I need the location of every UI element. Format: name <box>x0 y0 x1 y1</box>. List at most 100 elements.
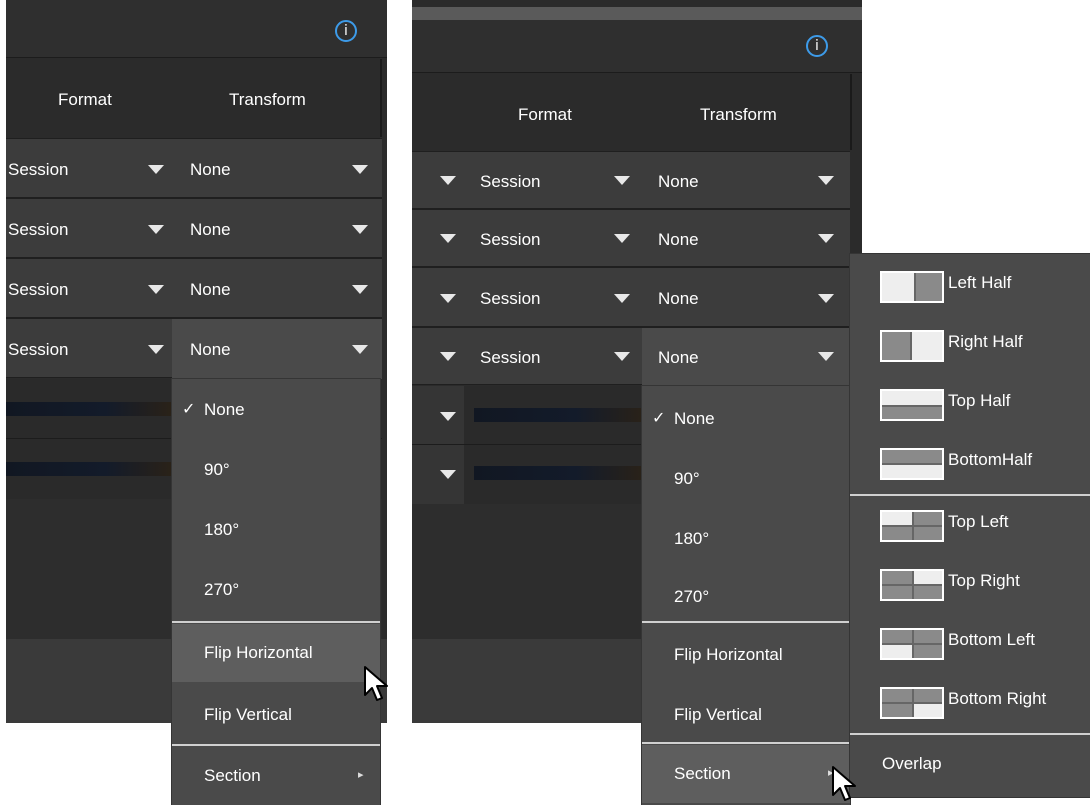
transform-dropdown-open[interactable]: None <box>642 328 850 386</box>
submenu-separator <box>850 733 1090 735</box>
submenu-item-bottom-left[interactable]: Bottom Left <box>850 615 1090 673</box>
format-dropdown-arrow-icon[interactable] <box>614 352 630 361</box>
left-top-bar <box>6 0 387 58</box>
transform-dropdown-arrow-icon[interactable] <box>818 234 834 243</box>
transform-dropdown-arrow-icon[interactable] <box>352 225 368 234</box>
format-dropdown-arrow-icon[interactable] <box>148 285 164 294</box>
format-column-header[interactable]: Format <box>58 90 112 110</box>
table-row: Session None <box>412 327 850 386</box>
transform-dropdown-value[interactable]: None <box>658 172 699 192</box>
section-submenu: Left Half Right Half Top Half BottomHalf… <box>850 254 1090 797</box>
left-half-icon <box>880 271 944 303</box>
menu-item-270[interactable]: 270° <box>172 559 380 619</box>
submenu-arrow-icon: ▸ <box>358 768 364 781</box>
format-dropdown-arrow-icon[interactable] <box>148 225 164 234</box>
row-expand-arrow-icon[interactable] <box>440 234 456 243</box>
bottom-left-icon <box>880 628 944 660</box>
format-dropdown-arrow-icon[interactable] <box>148 165 164 174</box>
transform-dropdown-value[interactable]: None <box>190 160 231 180</box>
submenu-item-overlap[interactable]: Overlap <box>850 736 1090 794</box>
row-expand-arrow-icon[interactable] <box>440 352 456 361</box>
transform-dropdown-arrow-icon[interactable] <box>818 294 834 303</box>
transform-dropdown-arrow-icon[interactable] <box>818 176 834 185</box>
transform-dropdown-arrow-icon[interactable] <box>818 352 834 361</box>
transform-dropdown-value[interactable]: None <box>190 220 231 240</box>
info-icon[interactable]: i <box>335 20 357 42</box>
table-row: Session None <box>6 318 382 379</box>
mouse-cursor-icon <box>364 666 388 701</box>
right-table-header: Format Transform <box>412 74 852 150</box>
row-expand-arrow-icon[interactable] <box>440 470 456 479</box>
transform-dropdown-arrow-icon[interactable] <box>352 165 368 174</box>
format-dropdown-value[interactable]: Session <box>480 348 540 368</box>
menu-separator <box>642 621 850 623</box>
transform-dropdown-arrow-icon[interactable] <box>352 285 368 294</box>
menu-item-none[interactable]: ✓ None <box>642 386 850 446</box>
menu-item-label: None <box>674 409 715 428</box>
menu-separator <box>172 744 380 746</box>
menu-item-180[interactable]: 180° <box>642 506 850 566</box>
row-expand-arrow-icon[interactable] <box>440 294 456 303</box>
table-row: Session None <box>6 138 382 198</box>
row-expand-cell <box>412 386 464 444</box>
right-top-bar <box>412 20 862 73</box>
menu-item-flip-horizontal[interactable]: Flip Horizontal <box>172 624 380 682</box>
menu-item-180[interactable]: 180° <box>172 499 380 559</box>
bottom-right-icon <box>880 687 944 719</box>
info-icon[interactable]: i <box>806 35 828 57</box>
format-dropdown-value[interactable]: Session <box>8 160 68 180</box>
mouse-cursor-icon <box>832 766 856 801</box>
row-expand-arrow-icon[interactable] <box>440 412 456 421</box>
format-dropdown-arrow-icon[interactable] <box>614 234 630 243</box>
top-right-icon <box>880 569 944 601</box>
table-row: Session None <box>412 151 850 209</box>
format-dropdown-value[interactable]: Session <box>480 230 540 250</box>
menu-item-flip-horizontal[interactable]: Flip Horizontal <box>642 624 850 684</box>
format-dropdown-value[interactable]: Session <box>8 220 68 240</box>
transform-dropdown-value[interactable]: None <box>190 340 231 360</box>
submenu-item-bottom-half[interactable]: BottomHalf <box>850 435 1090 493</box>
format-column-header[interactable]: Format <box>518 105 572 125</box>
menu-item-flip-vertical[interactable]: Flip Vertical <box>172 684 380 744</box>
menu-item-none[interactable]: ✓ None <box>172 379 380 439</box>
format-dropdown-value[interactable]: Session <box>480 289 540 309</box>
submenu-item-top-right[interactable]: Top Right <box>850 556 1090 614</box>
menu-item-90[interactable]: 90° <box>172 439 380 499</box>
menu-item-label: 270° <box>674 587 710 606</box>
menu-item-flip-vertical[interactable]: Flip Vertical <box>642 684 850 742</box>
menu-item-label: Flip Horizontal <box>674 645 783 664</box>
format-dropdown-arrow-icon[interactable] <box>614 294 630 303</box>
transform-column-header[interactable]: Transform <box>229 90 306 110</box>
row-expand-arrow-icon[interactable] <box>440 176 456 185</box>
format-dropdown-value[interactable]: Session <box>8 280 68 300</box>
submenu-item-left-half[interactable]: Left Half <box>850 258 1090 316</box>
menu-item-section[interactable]: Section ▸ <box>642 745 850 803</box>
row-expand-cell <box>412 445 464 504</box>
format-dropdown-arrow-icon[interactable] <box>614 176 630 185</box>
table-row: Session None <box>412 209 850 267</box>
menu-item-270[interactable]: 270° <box>642 566 850 620</box>
menu-item-label: Flip Vertical <box>674 705 762 724</box>
transform-dropdown-value[interactable]: None <box>190 280 231 300</box>
submenu-item-right-half[interactable]: Right Half <box>850 317 1090 375</box>
submenu-item-label: Right Half <box>948 332 1023 351</box>
left-table-header: Format Transform <box>6 59 382 137</box>
submenu-item-top-half[interactable]: Top Half <box>850 376 1090 434</box>
menu-item-label: 90° <box>204 460 230 479</box>
checkmark-icon: ✓ <box>652 408 666 427</box>
transform-dropdown-value[interactable]: None <box>658 348 699 368</box>
submenu-item-bottom-right[interactable]: Bottom Right <box>850 674 1090 732</box>
transform-dropdown-menu: ✓ None 90° 180° 270° Flip Horizontal Fli… <box>642 386 850 805</box>
transform-dropdown-value[interactable]: None <box>658 289 699 309</box>
transform-dropdown-value[interactable]: None <box>658 230 699 250</box>
format-dropdown-value[interactable]: Session <box>480 172 540 192</box>
transform-dropdown-menu: ✓ None 90° 180° 270° Flip Horizontal Fli… <box>172 379 380 805</box>
format-dropdown-arrow-icon[interactable] <box>148 345 164 354</box>
transform-column-header[interactable]: Transform <box>700 105 777 125</box>
menu-item-90[interactable]: 90° <box>642 446 850 506</box>
transform-dropdown-open[interactable]: None <box>172 319 382 379</box>
menu-item-section[interactable]: Section ▸ <box>172 747 380 805</box>
transform-dropdown-arrow-icon[interactable] <box>352 345 368 354</box>
submenu-item-top-left[interactable]: Top Left <box>850 497 1090 555</box>
format-dropdown-value[interactable]: Session <box>8 340 68 360</box>
